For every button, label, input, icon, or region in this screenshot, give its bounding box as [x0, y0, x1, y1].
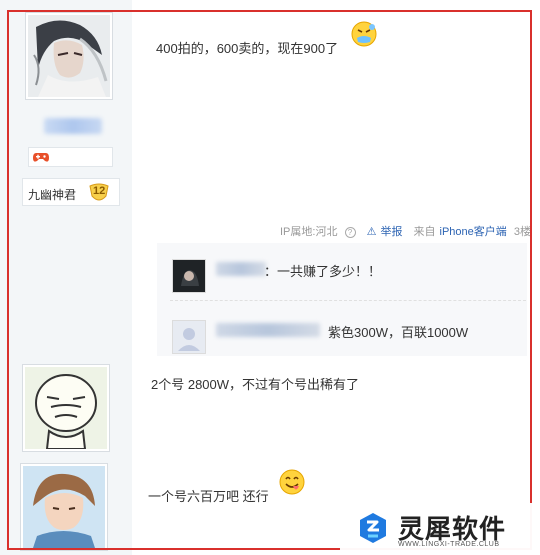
- level-name: 九幽神君: [28, 188, 77, 202]
- user1-avatar-image: [28, 15, 110, 97]
- warning-triangle-icon: ⚠: [366, 226, 377, 238]
- device-name[interactable]: iPhone客户端: [440, 226, 507, 238]
- game-badge-box: [28, 147, 113, 167]
- help-icon[interactable]: ?: [344, 227, 356, 238]
- reply1-avatar[interactable]: [172, 259, 206, 293]
- sick-face-emoji: [351, 21, 377, 47]
- post1-meta-row: IP属地:河北 ? ⚠ 举报 来自 iPhone客户端 3楼: [280, 223, 535, 239]
- device-source: 来自 iPhone客户端: [413, 226, 507, 238]
- user2-avatar[interactable]: [22, 364, 110, 452]
- level-number: 12: [93, 185, 106, 197]
- reply2-name-blurred: [216, 323, 320, 337]
- gamepad-icon: [33, 153, 49, 162]
- post3-text: 一个号六百万吧 还行: [148, 489, 269, 504]
- post2-text: 2个号 2800W，不过有个号出稀有了: [151, 377, 360, 392]
- user3-avatar-image: [23, 466, 105, 548]
- report-label: 举报: [380, 226, 403, 238]
- reply-separator: [170, 300, 526, 301]
- default-avatar-icon: [173, 321, 205, 353]
- ip-location: IP属地:河北: [280, 226, 338, 238]
- reply2-text: 紫色300W，百联1000W: [328, 325, 469, 340]
- reply1-name-blurred: [216, 262, 266, 276]
- user1-avatar[interactable]: [25, 12, 113, 100]
- post1-text: 400拍的，600卖的，现在900了: [156, 41, 339, 56]
- user3-avatar[interactable]: [20, 463, 108, 551]
- user2-avatar-image: [25, 367, 107, 449]
- lingxi-logo-icon: [360, 513, 386, 543]
- reply1-text: ：一共赚了多少！！: [264, 264, 382, 279]
- reply2-avatar[interactable]: [172, 320, 206, 354]
- yum-face-emoji: [279, 469, 305, 495]
- user-level-box[interactable]: 九幽神君 12: [22, 178, 120, 206]
- floor-number: 3楼: [513, 226, 531, 238]
- report-link[interactable]: ⚠ 举报: [367, 226, 410, 238]
- user1-name-blurred: [44, 118, 102, 134]
- reply1-avatar-image: [173, 260, 205, 292]
- watermark-subtitle: WWW.LINGXI-TRADE.CLUB: [398, 541, 500, 548]
- watermark: 灵犀软件 WWW.LINGXI-TRADE.CLUB: [340, 503, 540, 555]
